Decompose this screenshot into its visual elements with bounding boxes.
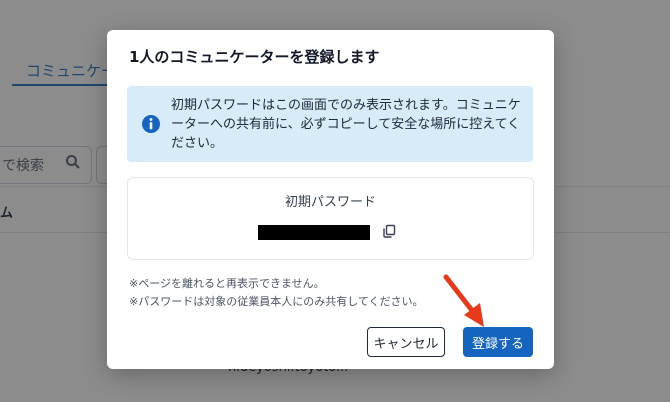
note-share-only-employee: ※パスワードは対象の従業員本人にのみ共有してください。 (129, 295, 424, 308)
modal-title: 1人のコミュニケーターを登録します (129, 48, 380, 66)
info-message: 初期パスワードはこの画面でのみ表示されます。コミュニケーターへの共有前に、必ずコ… (171, 98, 521, 151)
annotation-arrow-icon (443, 274, 484, 327)
info-alert: 初期パスワードはこの画面でのみ表示されます。コミュニケーターへの共有前に、必ずコ… (127, 86, 533, 162)
cancel-button[interactable]: キャンセル (367, 327, 445, 357)
password-card: 初期パスワード (127, 177, 534, 260)
copy-icon[interactable] (382, 224, 396, 238)
password-label: 初期パスワード (284, 195, 376, 210)
note-no-redisplay: ※ページを離れると再表示できません。 (129, 277, 325, 290)
register-button[interactable]: 登録する (463, 327, 533, 357)
info-circle-icon (142, 115, 160, 133)
password-value-redacted (258, 225, 370, 240)
